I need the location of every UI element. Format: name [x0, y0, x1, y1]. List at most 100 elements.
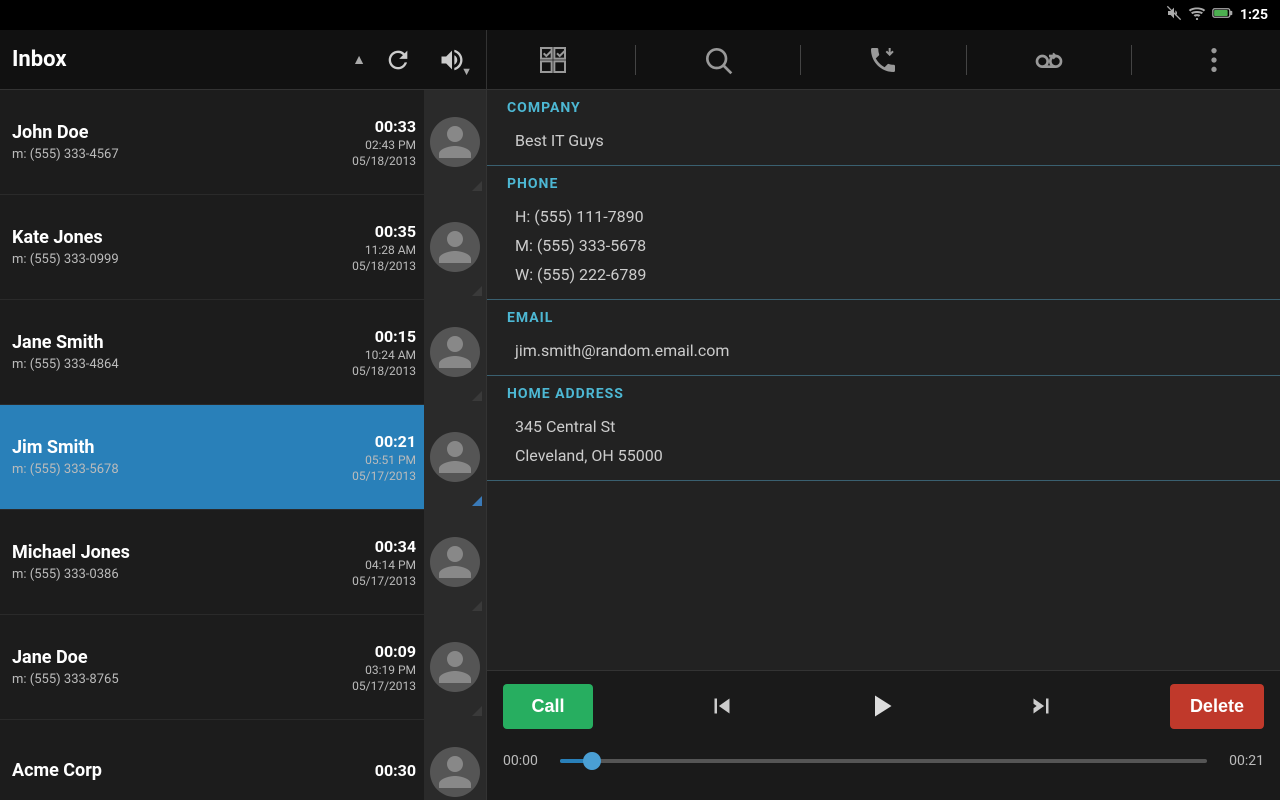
contact-item-jane-smith[interactable]: Jane Smith m: (555) 333-4864 00:15 10:24… — [0, 300, 486, 405]
avatar-icon — [430, 327, 480, 377]
contact-date: 05/18/2013 — [352, 259, 416, 273]
avatar-corner — [472, 601, 482, 611]
contact-item-michael-jones[interactable]: Michael Jones m: (555) 333-0386 00:34 04… — [0, 510, 486, 615]
contact-phone: m: (555) 333-5678 — [12, 462, 352, 477]
avatar-corner — [472, 706, 482, 716]
status-icons: 1:25 — [1166, 5, 1268, 25]
contact-name: Jane Doe — [12, 647, 352, 668]
call-button[interactable]: Call — [503, 684, 593, 729]
more-menu-button[interactable] — [1184, 35, 1244, 85]
contact-meta: 00:30 — [375, 761, 416, 784]
mute-icon — [1166, 5, 1182, 25]
contact-duration: 00:34 — [375, 537, 416, 556]
contact-item-jim-smith[interactable]: Jim Smith m: (555) 333-5678 00:21 05:51 … — [0, 405, 486, 510]
contact-duration: 00:33 — [375, 117, 416, 136]
section-header-email: EMAIL — [487, 300, 1280, 332]
contact-info: Jim Smith m: (555) 333-5678 — [12, 437, 352, 477]
skip-back-button[interactable] — [695, 683, 749, 729]
contact-meta: 00:15 10:24 AM 05/18/2013 — [352, 327, 416, 378]
avatar-corner — [472, 391, 482, 401]
voicemail-button[interactable] — [1019, 35, 1079, 85]
speaker-dropdown-arrow: ▼ — [461, 65, 472, 78]
contact-avatar — [424, 510, 486, 615]
contact-date: 05/17/2013 — [352, 574, 416, 588]
contact-phone: m: (555) 333-8765 — [12, 672, 352, 687]
contact-meta: 00:21 05:51 PM 05/17/2013 — [352, 432, 416, 483]
detail-value: Best IT Guys — [515, 126, 1252, 155]
contact-duration: 00:35 — [375, 222, 416, 241]
refresh-button[interactable] — [376, 38, 420, 82]
playback-area: Call — [487, 670, 1280, 800]
contact-info: John Doe m: (555) 333-4567 — [12, 122, 352, 162]
contact-duration: 00:30 — [375, 761, 416, 780]
play-button[interactable] — [851, 680, 911, 732]
separator-2 — [800, 45, 801, 75]
avatar-icon — [430, 222, 480, 272]
avatar-icon — [430, 432, 480, 482]
checklist-button[interactable] — [523, 35, 583, 85]
avatar-corner — [472, 286, 482, 296]
contact-avatar — [424, 195, 486, 300]
contact-name: Jane Smith — [12, 332, 352, 353]
avatar-corner — [472, 181, 482, 191]
avatar-icon — [430, 537, 480, 587]
contact-time: 04:14 PM — [365, 558, 416, 572]
wifi-icon — [1188, 6, 1206, 24]
section-content-email: jim.smith@random.email.com — [487, 332, 1280, 375]
left-panel: Inbox ▲ ▼ John Doe m: (555) 333-4567 — [0, 30, 487, 800]
contact-time: 05:51 PM — [365, 453, 416, 467]
separator-3 — [966, 45, 967, 75]
contact-time: 02:43 PM — [365, 138, 416, 152]
main-container: Inbox ▲ ▼ John Doe m: (555) 333-4567 — [0, 30, 1280, 800]
contact-item-acme-corp[interactable]: Acme Corp 00:30 — [0, 720, 486, 800]
search-button[interactable] — [688, 35, 748, 85]
section-content-home-address: 345 Central StCleveland, OH 55000 — [487, 408, 1280, 480]
contact-phone: m: (555) 333-4864 — [12, 357, 352, 372]
avatar-corner — [472, 496, 482, 506]
detail-value: M: (555) 333-5678 — [515, 231, 1252, 260]
detail-section-home-address: HOME ADDRESS 345 Central StCleveland, OH… — [487, 376, 1280, 481]
contact-phone: m: (555) 333-4567 — [12, 147, 352, 162]
contact-list: John Doe m: (555) 333-4567 00:33 02:43 P… — [0, 90, 486, 800]
progress-thumb[interactable] — [583, 752, 601, 770]
detail-value: jim.smith@random.email.com — [515, 336, 1252, 365]
skip-forward-button[interactable] — [1014, 683, 1068, 729]
contact-info: Jane Doe m: (555) 333-8765 — [12, 647, 352, 687]
contact-date: 05/18/2013 — [352, 364, 416, 378]
contact-time: 11:28 AM — [365, 243, 416, 257]
progress-start-time: 00:00 — [503, 753, 548, 769]
contact-meta: 00:33 02:43 PM 05/18/2013 — [352, 117, 416, 168]
separator-4 — [1131, 45, 1132, 75]
contact-phone: m: (555) 333-0999 — [12, 252, 352, 267]
separator-1 — [635, 45, 636, 75]
call-history-button[interactable] — [853, 35, 913, 85]
progress-area: 00:00 00:21 — [487, 741, 1280, 781]
avatar-icon — [430, 747, 480, 797]
battery-icon — [1212, 6, 1234, 24]
detail-value: Cleveland, OH 55000 — [515, 441, 1252, 470]
contact-item-jane-doe[interactable]: Jane Doe m: (555) 333-8765 00:09 03:19 P… — [0, 615, 486, 720]
contact-meta: 00:35 11:28 AM 05/18/2013 — [352, 222, 416, 273]
section-content-phone: H: (555) 111-7890M: (555) 333-5678W: (55… — [487, 198, 1280, 299]
contact-info: Jane Smith m: (555) 333-4864 — [12, 332, 352, 372]
delete-button[interactable]: Delete — [1170, 684, 1264, 729]
contact-item-john-doe[interactable]: John Doe m: (555) 333-4567 00:33 02:43 P… — [0, 90, 486, 195]
detail-section-phone: PHONE H: (555) 111-7890M: (555) 333-5678… — [487, 166, 1280, 300]
right-toolbar — [487, 30, 1280, 90]
avatar-icon — [430, 117, 480, 167]
contact-avatar — [424, 405, 486, 510]
contact-avatar — [424, 720, 486, 800]
inbox-title: Inbox — [12, 47, 342, 72]
speaker-button[interactable]: ▼ — [430, 38, 474, 82]
contact-item-kate-jones[interactable]: Kate Jones m: (555) 333-0999 00:35 11:28… — [0, 195, 486, 300]
progress-bar[interactable] — [560, 759, 1207, 763]
contact-avatar — [424, 615, 486, 720]
section-header-company: COMPANY — [487, 90, 1280, 122]
contact-time: 03:19 PM — [365, 663, 416, 677]
contact-date: 05/18/2013 — [352, 154, 416, 168]
contact-time: 10:24 AM — [365, 348, 416, 362]
contact-date: 05/17/2013 — [352, 469, 416, 483]
detail-value: H: (555) 111-7890 — [515, 202, 1252, 231]
inbox-dropdown-arrow[interactable]: ▲ — [352, 51, 366, 68]
contact-info: Michael Jones m: (555) 333-0386 — [12, 542, 352, 582]
